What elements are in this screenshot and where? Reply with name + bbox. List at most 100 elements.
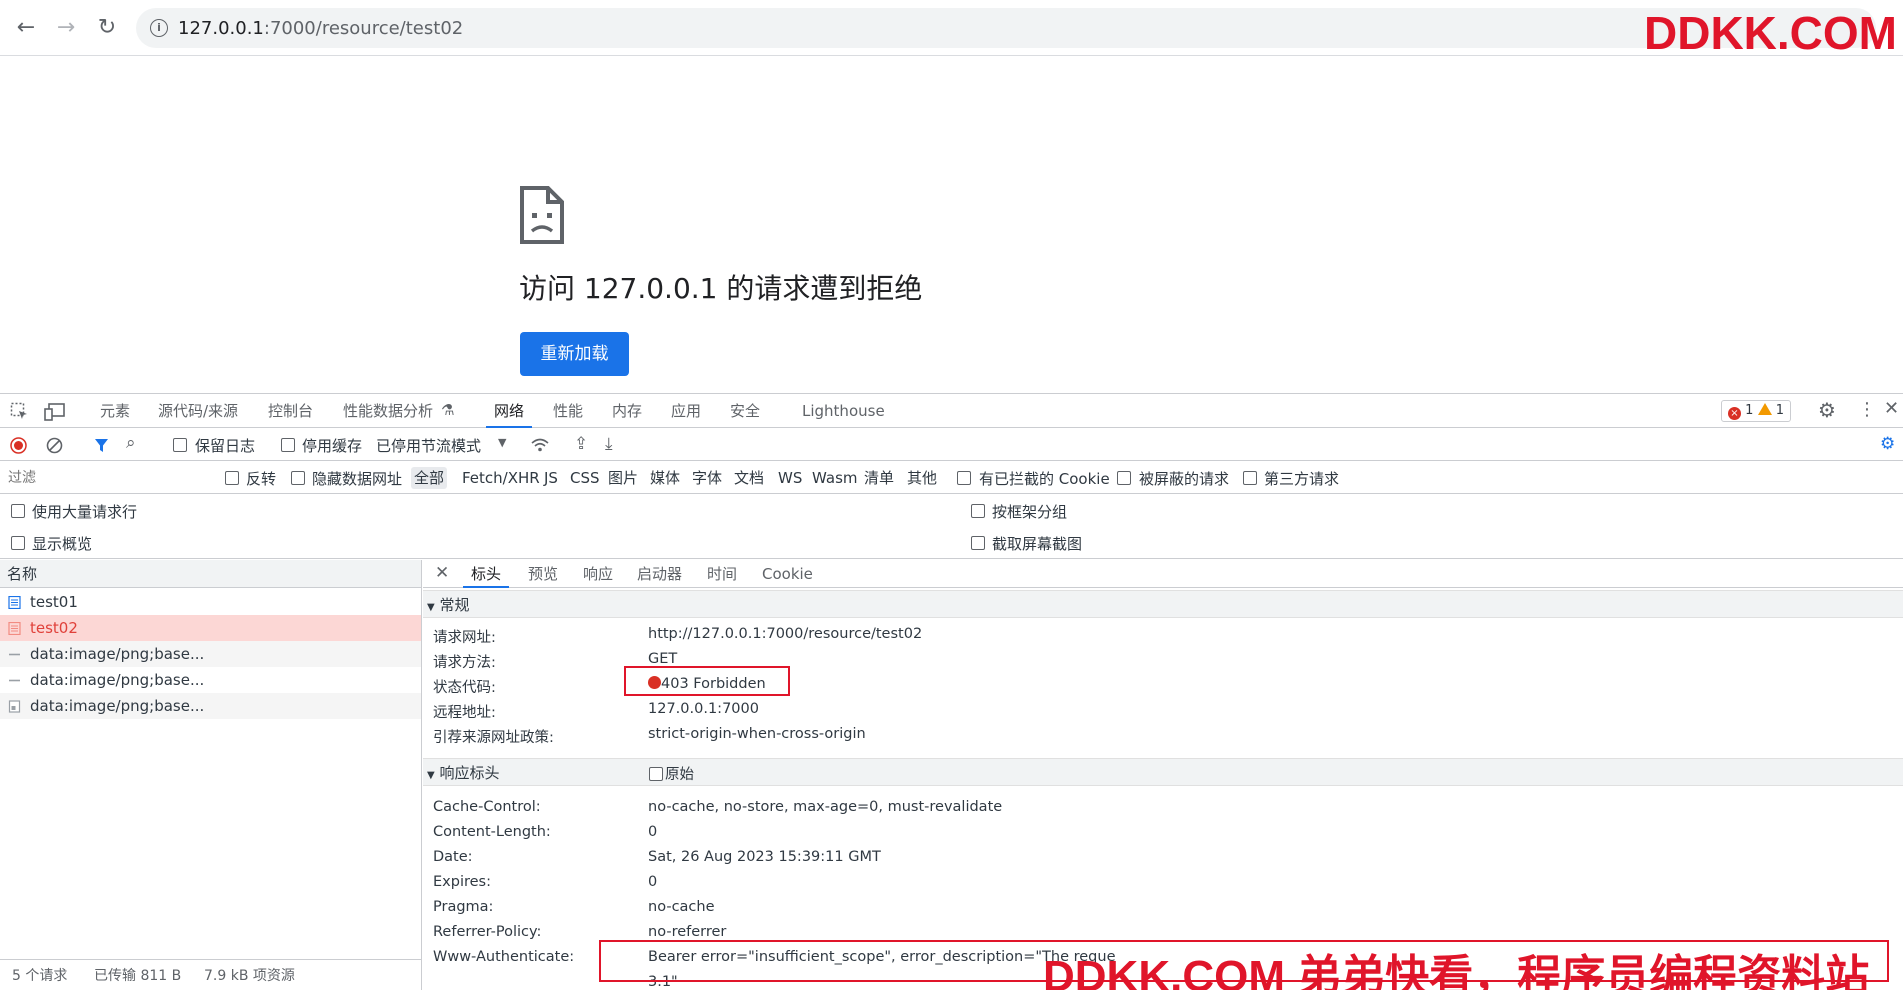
- search-icon[interactable]: ⌕: [126, 433, 136, 453]
- tab-lighthouse[interactable]: Lighthouse: [802, 394, 885, 428]
- watermark-logo: DDKK.COM: [1644, 7, 1897, 59]
- preserve-log-checkbox[interactable]: [173, 438, 187, 452]
- tab-performance-insights[interactable]: 性能数据分析: [343, 394, 433, 428]
- type-filter-js[interactable]: JS: [541, 467, 561, 489]
- third-party-checkbox[interactable]: [1243, 471, 1257, 485]
- record-stop-icon[interactable]: [10, 437, 27, 454]
- capture-screenshots-checkbox[interactable]: [971, 536, 985, 550]
- warning-count: 1: [1775, 403, 1784, 418]
- hide-data-urls-checkbox[interactable]: [291, 471, 305, 485]
- type-filter-ws[interactable]: WS: [775, 467, 805, 489]
- triangle-down-icon: ▼: [427, 602, 435, 613]
- tab-cookies[interactable]: Cookie: [762, 560, 813, 588]
- blocked-requests-label: 被屏蔽的请求: [1139, 470, 1230, 488]
- error-icon: ×: [1728, 407, 1741, 420]
- tab-initiator[interactable]: 启动器: [637, 560, 682, 588]
- reload-icon[interactable]: ↻: [93, 14, 121, 42]
- table-row[interactable]: data:image/png;base...: [0, 667, 421, 693]
- third-party-label: 第三方请求: [1264, 470, 1340, 488]
- tab-application[interactable]: 应用: [671, 394, 701, 428]
- type-filter-media[interactable]: 媒体: [647, 467, 683, 489]
- blocked-cookies-checkbox[interactable]: [957, 471, 971, 485]
- response-value: 0: [648, 874, 658, 890]
- devtools-tabbar: 元素 源代码/来源 控制台 性能数据分析 ⚗ 网络 性能 内存 应用 安全 Li…: [0, 394, 1903, 428]
- group-by-frame-checkbox[interactable]: [971, 504, 985, 518]
- image-file-icon: [8, 700, 21, 713]
- tab-preview[interactable]: 预览: [528, 560, 558, 588]
- response-value: no-cache: [648, 899, 715, 915]
- large-rows-label: 使用大量请求行: [32, 503, 138, 521]
- error-count: 1: [1745, 403, 1754, 418]
- type-filter-css[interactable]: CSS: [567, 467, 603, 489]
- response-key: Expires:: [433, 874, 491, 890]
- type-filter-wasm[interactable]: Wasm: [809, 467, 861, 489]
- table-row[interactable]: data:image/png;base...: [0, 693, 421, 719]
- tab-performance[interactable]: 性能: [553, 394, 583, 428]
- general-value: GET: [648, 651, 678, 667]
- invert-checkbox[interactable]: [225, 471, 239, 485]
- warning-icon: [1757, 403, 1772, 415]
- inspect-element-icon[interactable]: [10, 402, 29, 421]
- tab-timing[interactable]: 时间: [707, 560, 737, 588]
- request-name: data:image/png;base...: [30, 671, 205, 689]
- tab-response[interactable]: 响应: [583, 560, 613, 588]
- response-headers-section-header[interactable]: ▼ 响应标头: [423, 758, 1903, 786]
- browser-toolbar: ← → ↻ i 127.0.0.1:7000/resource/test02 D…: [0, 0, 1903, 59]
- tab-memory[interactable]: 内存: [612, 394, 642, 428]
- filter-bar: 反转 隐藏数据网址 全部 Fetch/XHR JS CSS 图片 媒体 字体 文…: [0, 462, 1903, 494]
- type-filter-fetch-xhr[interactable]: Fetch/XHR: [459, 467, 543, 489]
- tab-network[interactable]: 网络: [486, 394, 533, 428]
- tab-console[interactable]: 控制台: [268, 394, 313, 428]
- type-filter-font[interactable]: 字体: [689, 467, 725, 489]
- blocked-requests-checkbox[interactable]: [1117, 471, 1131, 485]
- throttling-select[interactable]: 已停用节流模式: [376, 435, 481, 456]
- device-toolbar-icon[interactable]: [44, 402, 66, 421]
- type-filter-all[interactable]: 全部: [411, 467, 448, 489]
- table-row[interactable]: test01: [0, 589, 421, 615]
- filter-icon[interactable]: [94, 438, 109, 453]
- back-icon[interactable]: ←: [12, 14, 40, 42]
- type-filter-doc[interactable]: 文档: [731, 467, 767, 489]
- settings-gear-icon[interactable]: ⚙: [1818, 398, 1836, 422]
- general-section-header[interactable]: ▼ 常规: [423, 590, 1903, 618]
- close-devtools-icon[interactable]: ✕: [1884, 398, 1899, 419]
- import-har-icon[interactable]: ⇪: [574, 434, 588, 454]
- type-filter-img[interactable]: 图片: [605, 467, 641, 489]
- url-text[interactable]: 127.0.0.1:7000/resource/test02: [178, 18, 463, 39]
- reload-button[interactable]: 重新加载: [520, 332, 629, 376]
- general-value: strict-origin-when-cross-origin: [648, 726, 866, 742]
- table-row[interactable]: data:image/png;base...: [0, 641, 421, 667]
- export-har-icon[interactable]: ⤓: [605, 434, 613, 454]
- raw-headers-checkbox[interactable]: [649, 767, 663, 781]
- site-info-icon[interactable]: i: [150, 19, 168, 37]
- tab-security[interactable]: 安全: [730, 394, 760, 428]
- disable-cache-checkbox[interactable]: [281, 438, 295, 452]
- network-conditions-wifi-icon[interactable]: [530, 437, 550, 454]
- tab-headers[interactable]: 标头: [463, 560, 510, 588]
- general-key: 引荐来源网址政策:: [433, 730, 554, 746]
- disable-cache-label: 停用缓存: [302, 437, 363, 455]
- close-detail-icon[interactable]: ✕: [435, 563, 449, 583]
- show-overview-checkbox[interactable]: [11, 536, 25, 550]
- large-rows-checkbox[interactable]: [11, 504, 25, 518]
- tab-elements[interactable]: 元素: [100, 394, 130, 428]
- response-value: no-referrer: [648, 924, 727, 940]
- type-filter-manifest[interactable]: 清单: [861, 467, 897, 489]
- address-bar[interactable]: i 127.0.0.1:7000/resource/test02: [136, 8, 1876, 48]
- network-settings-gear-icon[interactable]: ⚙: [1880, 434, 1895, 454]
- chevron-down-icon[interactable]: ▼: [498, 436, 506, 449]
- more-options-icon[interactable]: ⋮: [1858, 399, 1876, 420]
- invert-label: 反转: [246, 470, 277, 488]
- column-header-name[interactable]: 名称: [0, 560, 421, 588]
- document-icon: [8, 596, 21, 609]
- capture-screenshots-label: 截取屏幕截图: [992, 535, 1083, 553]
- type-filter-other[interactable]: 其他: [904, 467, 940, 489]
- response-value: Sat, 26 Aug 2023 15:39:11 GMT: [648, 849, 881, 865]
- tab-sources[interactable]: 源代码/来源: [158, 394, 238, 428]
- clear-icon[interactable]: [46, 437, 63, 454]
- filter-input[interactable]: [4, 466, 210, 490]
- forward-icon[interactable]: →: [52, 14, 80, 42]
- request-detail-panel: ✕ 标头 预览 响应 启动器 时间 Cookie ▼ 常规 请求网址: http…: [423, 560, 1903, 990]
- issues-badge[interactable]: × 1 1: [1721, 400, 1791, 422]
- table-row[interactable]: test02: [0, 615, 421, 641]
